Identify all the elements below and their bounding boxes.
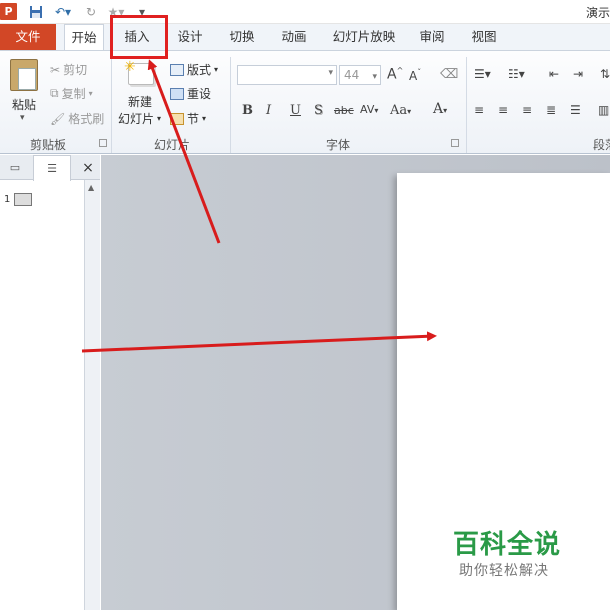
change-case-label: Aa bbox=[390, 103, 408, 118]
clear-format-icon[interactable]: ⌫ bbox=[440, 67, 458, 82]
layout-label: 版式 bbox=[187, 63, 212, 77]
ribbon-tabs: 文件 开始 插入 设计 切换 动画 幻灯片放映 审阅 视图 bbox=[0, 24, 610, 51]
tab-home[interactable]: 开始 bbox=[64, 24, 104, 51]
copy-icon: ⧉ bbox=[50, 86, 59, 100]
copy-label: 复制 bbox=[61, 87, 86, 101]
panel-tabs: ▭ ☰ × bbox=[0, 155, 100, 181]
font-color-label: A bbox=[433, 101, 444, 117]
outline-tab-icon[interactable]: ☰ bbox=[33, 155, 71, 181]
highlight-box-insert-tab bbox=[110, 15, 168, 59]
scissors-icon: ✂ bbox=[50, 62, 61, 77]
reset-icon bbox=[170, 87, 184, 100]
chevron-down-icon: ▾ bbox=[88, 89, 93, 98]
slide-thumbnail[interactable] bbox=[14, 193, 32, 206]
justify-icon[interactable]: ≣ bbox=[546, 103, 556, 117]
tab-file[interactable]: 文件 bbox=[0, 24, 56, 50]
numbering-icon[interactable]: ☷▾ bbox=[508, 67, 525, 81]
new-star-icon: ✳ bbox=[124, 59, 136, 75]
brush-icon: 🖌 bbox=[50, 111, 66, 126]
window-title: 演示 bbox=[585, 6, 610, 20]
watermark-title: 百科全说 bbox=[453, 530, 562, 560]
tab-animations[interactable]: 动画 bbox=[274, 24, 314, 50]
chevron-down-icon: ▾ bbox=[214, 65, 219, 74]
bullets-icon[interactable]: ☰▾ bbox=[474, 67, 491, 81]
scroll-up-icon[interactable]: ▲ bbox=[88, 183, 94, 192]
group-divider bbox=[111, 57, 112, 153]
tab-review[interactable]: 审阅 bbox=[412, 24, 452, 50]
char-spacing-button[interactable]: AV▾ bbox=[360, 103, 378, 116]
italic-button[interactable]: I bbox=[266, 103, 271, 118]
distribute-icon[interactable]: ☰ bbox=[570, 103, 581, 117]
format-painter-button[interactable]: 🖌 格式刷 bbox=[50, 110, 104, 127]
font-size-value: 44 bbox=[344, 68, 360, 82]
slides-panel: ▭ ☰ × 1 ▲ bbox=[0, 155, 100, 610]
change-case-button[interactable]: Aa▾ bbox=[390, 103, 411, 118]
save-icon[interactable] bbox=[28, 3, 44, 20]
paste-button[interactable]: 粘贴 bbox=[12, 96, 36, 113]
tab-slide-show[interactable]: 幻灯片放映 bbox=[326, 24, 402, 50]
font-color-button[interactable]: A▾ bbox=[433, 101, 447, 117]
bold-button[interactable]: B bbox=[242, 103, 253, 118]
shrink-font-label: A bbox=[409, 69, 418, 83]
redo-icon[interactable]: ↻ bbox=[83, 3, 99, 20]
reset-button[interactable]: 重设 bbox=[170, 85, 211, 102]
group-divider bbox=[230, 57, 231, 153]
text-direction-icon[interactable]: ⇅ bbox=[600, 67, 610, 81]
panel-scrollbar[interactable]: ▲ bbox=[84, 180, 100, 610]
reset-label: 重设 bbox=[187, 87, 212, 101]
paste-icon[interactable] bbox=[10, 59, 38, 91]
chevron-down-icon: ▾ bbox=[202, 114, 207, 123]
layout-button[interactable]: 版式 ▾ bbox=[170, 61, 218, 78]
copy-button[interactable]: ⧉ 复制 ▾ bbox=[50, 85, 93, 102]
tab-design[interactable]: 设计 bbox=[170, 24, 210, 50]
ribbon: 粘贴 ▾ ✂ 剪切 ⧉ 复制 ▾ 🖌 格式刷 剪贴板 ✳ 新建 幻灯片 ▾ 版式… bbox=[0, 50, 610, 154]
section-button[interactable]: 节 ▾ bbox=[170, 110, 206, 127]
font-group-label: 字体 bbox=[325, 138, 350, 152]
shadow-button[interactable]: S bbox=[314, 103, 323, 118]
watermark-subtitle: 助你轻松解决 bbox=[459, 563, 549, 579]
cut-label: 剪切 bbox=[63, 63, 88, 77]
chevron-down-icon: ▾ bbox=[157, 114, 162, 123]
increase-indent-icon[interactable]: ⇥ bbox=[573, 67, 583, 81]
cut-button[interactable]: ✂ 剪切 bbox=[50, 61, 87, 78]
font-launcher-icon[interactable] bbox=[451, 139, 459, 147]
tab-transitions[interactable]: 切换 bbox=[222, 24, 262, 50]
font-name-field[interactable]: ▾ bbox=[237, 65, 337, 85]
layout-icon bbox=[170, 63, 184, 76]
section-label: 节 bbox=[187, 112, 200, 126]
columns-icon[interactable]: ▥ bbox=[598, 103, 609, 117]
tab-view[interactable]: 视图 bbox=[464, 24, 504, 50]
slides-tab-icon[interactable]: ▭ bbox=[0, 155, 30, 180]
shrink-font-button[interactable]: Aˇ bbox=[409, 68, 421, 83]
align-center-icon[interactable]: ≡ bbox=[498, 103, 508, 117]
paragraph-group-label: 段落 bbox=[592, 138, 610, 152]
new-slide-label-1[interactable]: 新建 bbox=[128, 93, 152, 110]
undo-icon[interactable]: ↶▾ bbox=[52, 3, 74, 20]
font-size-field[interactable]: 44 ▾ bbox=[339, 65, 381, 85]
section-icon bbox=[170, 112, 184, 125]
strikethrough-button[interactable]: abc bbox=[334, 104, 354, 117]
chevron-down-icon: ▾ bbox=[372, 72, 377, 82]
char-spacing-label: AV bbox=[360, 103, 375, 116]
underline-button[interactable]: U bbox=[290, 103, 301, 118]
slides-group-label: 幻灯片 bbox=[153, 138, 190, 152]
group-divider bbox=[466, 57, 467, 153]
format-painter-label: 格式刷 bbox=[68, 112, 105, 126]
clipboard-group-label: 剪贴板 bbox=[29, 138, 66, 152]
grow-font-button[interactable]: A^ bbox=[387, 66, 403, 83]
decrease-indent-icon[interactable]: ⇤ bbox=[549, 67, 559, 81]
clipboard-launcher-icon[interactable] bbox=[99, 139, 107, 147]
close-panel-icon[interactable]: × bbox=[78, 155, 98, 180]
slide-number: 1 bbox=[4, 194, 11, 205]
chevron-down-icon: ▾ bbox=[328, 68, 333, 78]
powerpoint-logo-icon[interactable]: P bbox=[0, 3, 17, 20]
title-bar: P ↶▾ ↻ ★▾ ▾ 演示 bbox=[0, 0, 610, 24]
new-slide-label-2: 幻灯片 bbox=[118, 112, 155, 126]
new-slide-button[interactable]: 幻灯片 ▾ bbox=[118, 110, 161, 127]
grow-font-label: A bbox=[387, 66, 397, 83]
align-left-icon[interactable]: ≡ bbox=[474, 103, 484, 117]
align-right-icon[interactable]: ≡ bbox=[522, 103, 532, 117]
paste-dropdown-icon[interactable]: ▾ bbox=[20, 113, 25, 123]
